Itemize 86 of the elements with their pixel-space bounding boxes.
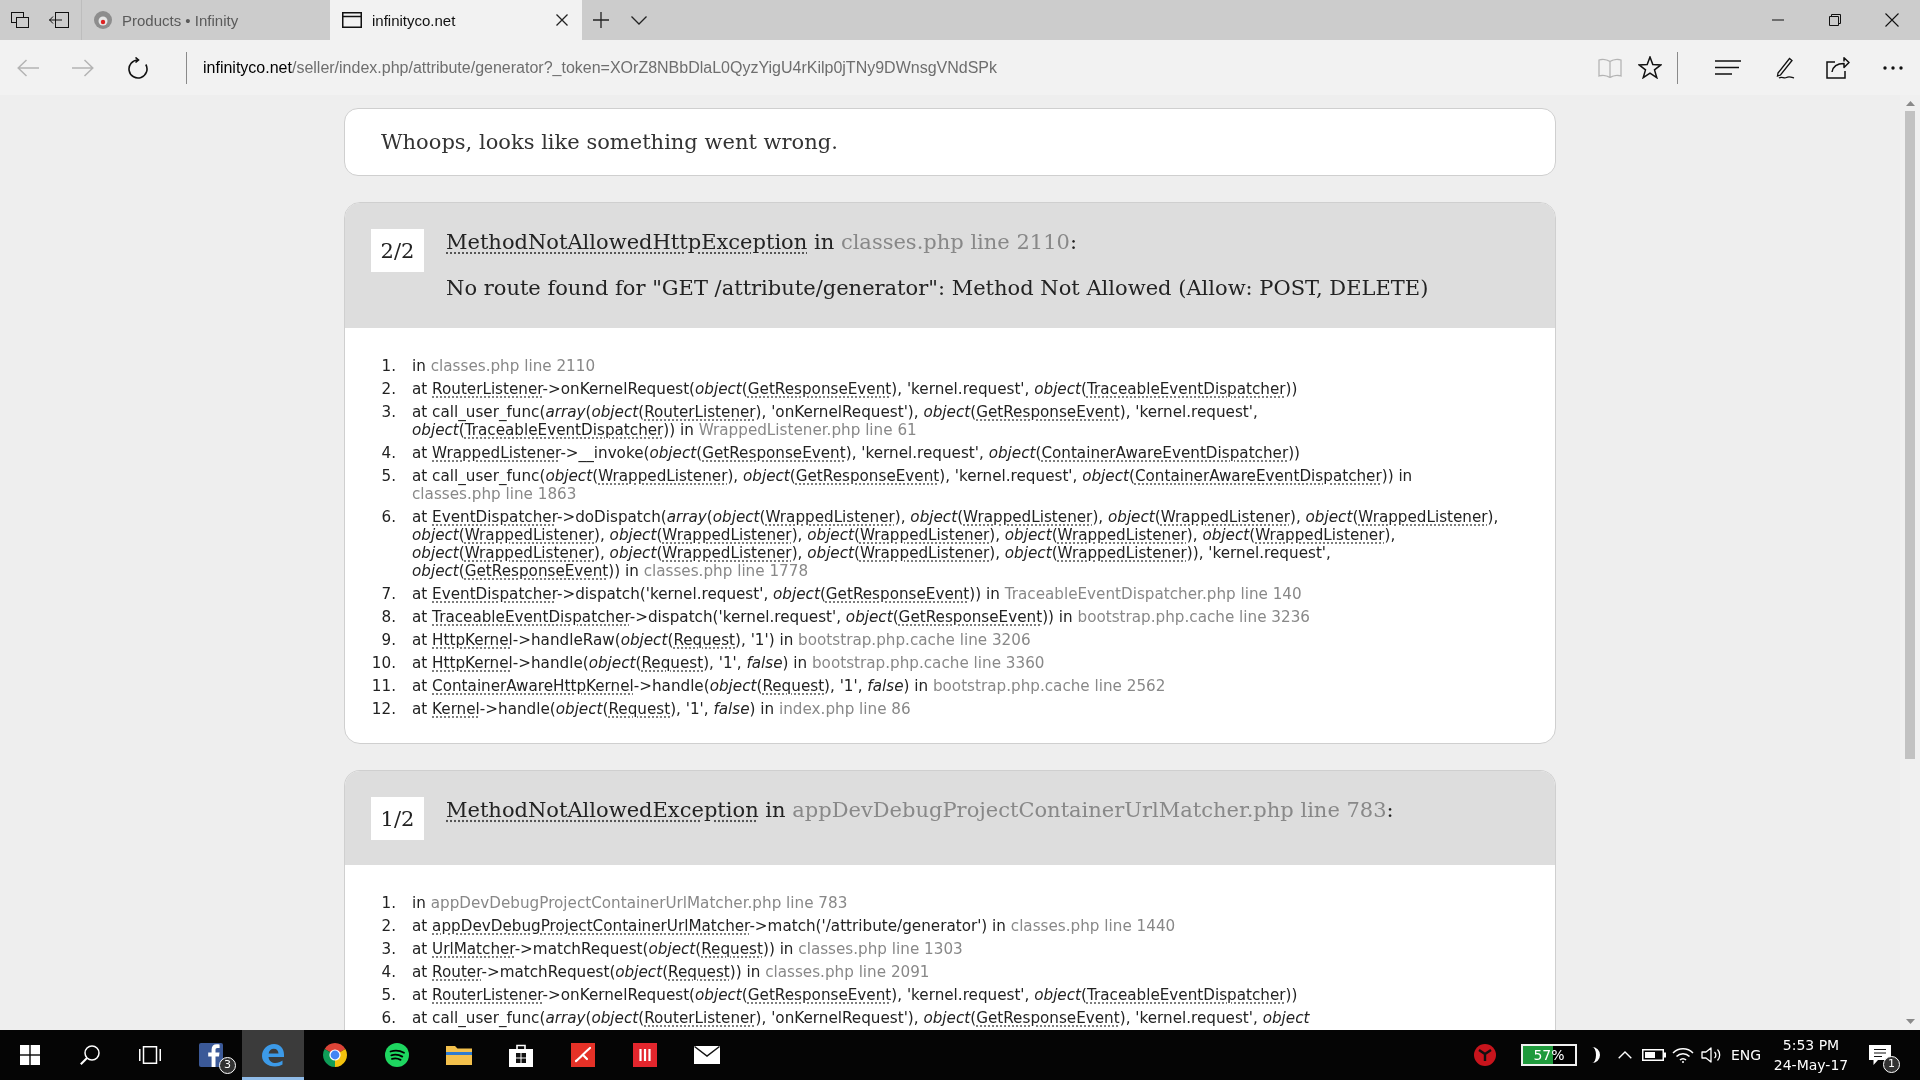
edge-icon <box>261 1043 285 1067</box>
trace-line: at Kernel->handle(object(Request), '1', false) in index.php line 86 <box>412 700 912 718</box>
star-icon[interactable] <box>1638 56 1662 79</box>
spotify-icon <box>385 1043 409 1067</box>
minimize-icon[interactable] <box>1771 19 1784 21</box>
trace-number: 2. <box>380 380 396 398</box>
trace-number: 6. <box>380 1009 396 1027</box>
exception-message: No route found for "GET /attribute/generator": Method Not Allowed (Allow: POST, DELETE) <box>446 275 1429 302</box>
crescent-icon[interactable] <box>1591 1047 1600 1063</box>
trace-line: at RouterListener->onKernelRequest(object(GetResponseEvent), 'kernel.request', object(TraceableEventDispatcher)) <box>412 380 1299 398</box>
volume-icon[interactable] <box>1700 1047 1723 1063</box>
wifi-icon[interactable] <box>1671 1047 1694 1063</box>
scrollbar-thumb[interactable] <box>1905 111 1915 759</box>
tab[interactable]: infinityco.net <box>330 0 582 40</box>
trace-line: at EventDispatcher->doDispatch(array(object(WrappedListener), object(WrappedListener), object(WrappedListener), object(WrappedListener), object(WrappedListener), object(WrappedListener), object(WrappedListener), object(WrappedListener), object(WrappedListener), object(WrappedListener), object(WrappedListener), object(WrappedListener), object(WrappedListener)), 'kernel.request', object(GetResponseEvent)) in classes.php line 1778 <box>412 508 1500 580</box>
trace-line: at RouterListener->onKernelRequest(object(GetResponseEvent), 'kernel.request', object(TraceableEventDispatcher)) <box>412 986 1299 1004</box>
language-indicator[interactable]: ENG <box>1726 1047 1766 1063</box>
trace-number: 4. <box>380 963 396 981</box>
lines-icon[interactable] <box>1714 60 1741 75</box>
address-field[interactable]: infinityco.net/seller/index.php/attribute/generator?_token=XOrZ8NBbDlaL0QyzYigU4rKilp0jTNy9DWnsgVNdSPk <box>203 50 1590 85</box>
app-icon <box>633 1043 657 1067</box>
trace-line: in appDevDebugProjectContainerUrlMatcher.php line 783 <box>412 894 849 912</box>
trace-line: in classes.php line 2110 <box>412 357 597 375</box>
clock-date[interactable]: 24-May-17 <box>1773 1055 1849 1075</box>
trace-line: at HttpKernel->handleRaw(object(Request), '1') in bootstrap.php.cache line 3206 <box>412 631 1032 649</box>
trace-number: 10. <box>370 654 396 672</box>
chevron-down-icon[interactable] <box>631 15 647 25</box>
trace-number: 1. <box>380 894 396 912</box>
plus-icon[interactable] <box>593 12 609 28</box>
close-icon[interactable] <box>1884 13 1899 27</box>
trace-line: at call_user_func(array(object(RouterListener), 'onKernelRequest'), object(GetResponseEvent), 'kernel.request', object(TraceableEventDispatcher)) in WrappedListener.php line 61 <box>412 403 1259 439</box>
trace-line: at WrappedListener->__invoke(object(GetResponseEvent), 'kernel.request', object(ContainerAwareEventDispatcher)) <box>412 444 1302 462</box>
arrow-box-icon[interactable] <box>48 12 69 28</box>
taskbar-button[interactable]: 3 <box>180 1030 242 1080</box>
trace-line: at Router->matchRequest(object(Request)) in classes.php line 2091 <box>412 963 931 981</box>
facebook-icon <box>199 1043 223 1067</box>
windows-stack-icon[interactable] <box>10 12 29 28</box>
trace-line: at EventDispatcher->dispatch('kernel.request', object(GetResponseEvent)) in TraceableEventDispatcher.php line 140 <box>412 585 1303 603</box>
trace-line: at call_user_func(array(object(RouterListener), 'onKernelRequest'), object(GetResponseEvent), 'kernel.request', object <box>412 1009 1311 1027</box>
chrome-icon <box>323 1043 347 1067</box>
trace-number: 3. <box>380 403 396 423</box>
trace-line: at TraceableEventDispatcher->dispatch('kernel.request', object(GetResponseEvent)) in bootstrap.php.cache line 3236 <box>412 608 1311 626</box>
trace-number: 2. <box>380 917 396 935</box>
shopping-bag-icon <box>509 1043 533 1067</box>
notification-count: 1 <box>1883 1056 1900 1073</box>
exception-counter: 2/2 <box>371 229 424 272</box>
windows-logo-icon <box>20 1045 40 1065</box>
trace-line: at HttpKernel->handle(object(Request), '1', false) in bootstrap.php.cache line 3360 <box>412 654 1046 672</box>
battery-icon[interactable] <box>1641 1049 1666 1061</box>
scroll-down-icon[interactable] <box>1905 1019 1915 1024</box>
trace-number: 1. <box>380 357 396 375</box>
site-logo-icon <box>94 11 112 29</box>
trace-line: at appDevDebugProjectContainerUrlMatcher->match('/attribute/generator') in classes.php line 1440 <box>412 917 1177 935</box>
trace-line: at call_user_func(object(WrappedListener), object(GetResponseEvent), 'kernel.request', object(ContainerAwareEventDispatcher)) in classes.php line 1863 <box>412 467 1414 503</box>
trace-number: 8. <box>380 608 396 626</box>
restore-icon[interactable] <box>1828 14 1841 26</box>
trace-line: at ContainerAwareHttpKernel->handle(object(Request), '1', false) in bootstrap.php.cache line 2562 <box>412 677 1167 695</box>
envelope-icon <box>694 1046 720 1064</box>
scroll-up-icon[interactable] <box>1905 101 1915 106</box>
page-icon <box>342 12 362 28</box>
trace-number: 6. <box>380 508 396 528</box>
task-view-icon <box>139 1046 161 1064</box>
exception-title: MethodNotAllowedException in appDevDebugProjectContainerUrlMatcher.php line 783: <box>446 797 1394 824</box>
trace-line: at UrlMatcher->matchRequest(object(Request)) in classes.php line 1303 <box>412 940 964 958</box>
exception-counter: 1/2 <box>371 797 424 840</box>
clock-time[interactable]: 5:53 PM <box>1782 1035 1840 1055</box>
trace-number: 11. <box>370 677 396 695</box>
search-icon <box>80 1045 100 1065</box>
trace-number: 5. <box>380 467 396 487</box>
trace-number: 9. <box>380 631 396 649</box>
chevron-up-icon[interactable] <box>1617 1051 1632 1059</box>
share-icon[interactable] <box>1825 56 1850 79</box>
exception-title: MethodNotAllowedHttpException in classes.php line 2110: <box>446 229 1078 256</box>
trace-number: 12. <box>370 700 396 718</box>
folder-icon <box>446 1045 472 1065</box>
trace-number: 3. <box>380 940 396 958</box>
more-icon[interactable] <box>1882 65 1903 70</box>
trace-number: 5. <box>380 986 396 1004</box>
app-icon <box>571 1043 595 1067</box>
notification-count: 3 <box>219 1057 236 1074</box>
tray-app-icon[interactable] <box>1474 1044 1496 1066</box>
refresh-icon[interactable] <box>126 56 149 79</box>
trace-number: 4. <box>380 444 396 462</box>
error-heading: Whoops, looks like something went wrong. <box>381 129 839 156</box>
trace-number: 7. <box>380 585 396 603</box>
close-icon[interactable] <box>556 14 568 26</box>
